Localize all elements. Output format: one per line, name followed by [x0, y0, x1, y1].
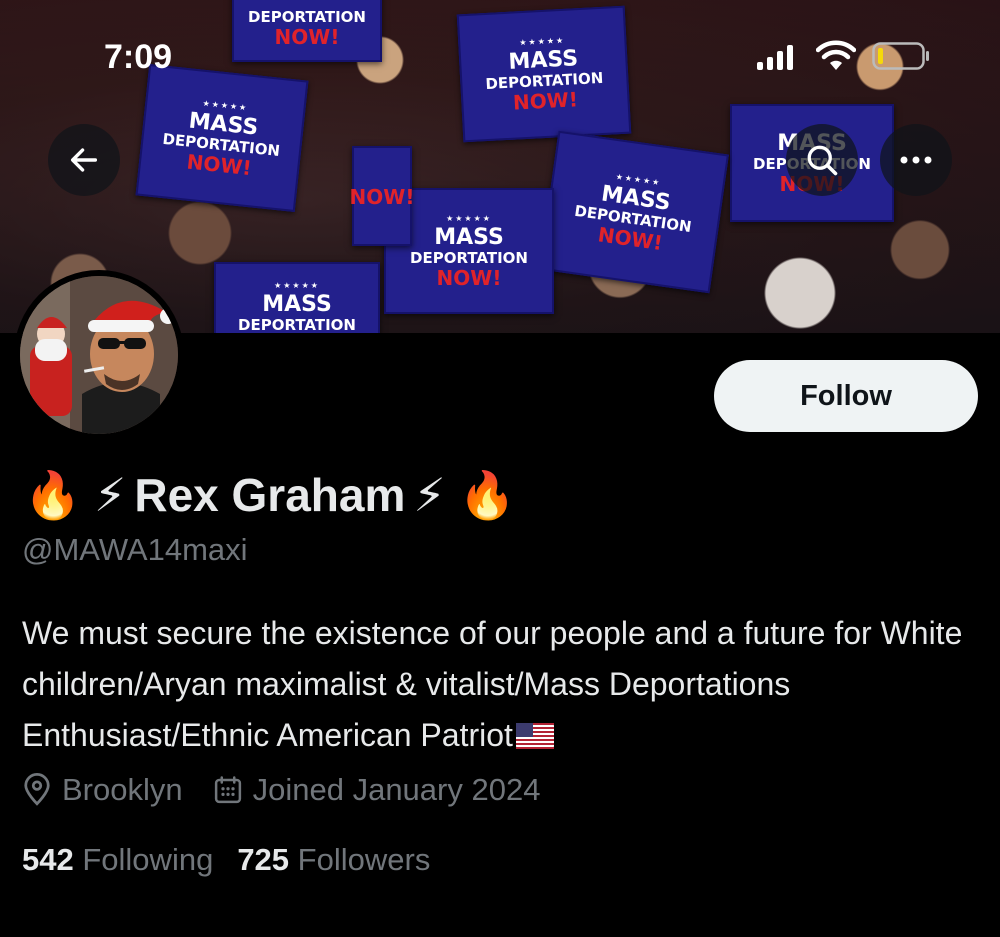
name-emoji-left: 🔥 ⚡ — [24, 468, 127, 521]
profile-location: Brooklyn — [22, 772, 183, 808]
us-flag-icon — [515, 723, 554, 749]
battery-low-icon — [872, 42, 929, 70]
display-name-text: Rex Graham — [134, 469, 406, 521]
following-link[interactable]: 542 Following — [22, 842, 213, 878]
profile-bio: We must secure the existence of our peop… — [22, 608, 982, 761]
profile-stats: 542 Following 725 Followers — [22, 842, 430, 878]
banner-sign: DEPORTATION NOW! — [232, 0, 382, 62]
profile-joined-date: Joined January 2024 — [213, 772, 541, 808]
calendar-icon — [214, 776, 241, 804]
location-text: Brooklyn — [62, 772, 183, 807]
banner-sign: ★★★★★ MASS DEPORTATION NOW! — [135, 63, 309, 213]
following-label: Following — [82, 842, 214, 877]
banner-sign: ★★★★★ MASS DEPORTATION NOW! — [539, 130, 729, 294]
following-count: 542 — [22, 842, 74, 877]
avatar[interactable] — [14, 270, 184, 440]
name-emoji-right: ⚡ 🔥 — [413, 468, 516, 521]
cellular-signal-icon — [757, 44, 793, 70]
search-button[interactable] — [786, 124, 858, 196]
banner-sign: NOW! — [350, 146, 414, 246]
profile-meta: Brooklyn Joined January 2024 — [22, 772, 540, 808]
joined-text: Joined January 2024 — [252, 772, 541, 807]
wifi-icon — [816, 40, 856, 70]
avatar-picture — [20, 276, 178, 434]
profile-handle: @MAWA14maxi — [22, 532, 248, 567]
avatar-image — [20, 276, 178, 434]
location-pin-icon — [24, 773, 50, 806]
followers-link[interactable]: 725 Followers — [237, 842, 430, 878]
bio-text: We must secure the existence of our peop… — [22, 615, 963, 753]
more-horizontal-icon — [900, 156, 932, 164]
profile-display-name: 🔥 ⚡ Rex Graham ⚡ 🔥 — [24, 460, 516, 530]
search-icon — [807, 145, 838, 176]
banner-sign: ★★★★★ MASS DEPORTATION — [214, 262, 380, 333]
followers-count: 725 — [237, 842, 290, 877]
banner-sign: ★★★★★ MASS DEPORTATION NOW! — [456, 5, 632, 143]
followers-label: Followers — [297, 842, 431, 877]
back-button[interactable] — [48, 124, 120, 196]
follow-button[interactable]: Follow — [714, 360, 978, 432]
status-bar-time: 7:09 — [104, 38, 173, 76]
more-options-button[interactable] — [880, 124, 952, 196]
arrow-left-icon — [70, 148, 98, 172]
